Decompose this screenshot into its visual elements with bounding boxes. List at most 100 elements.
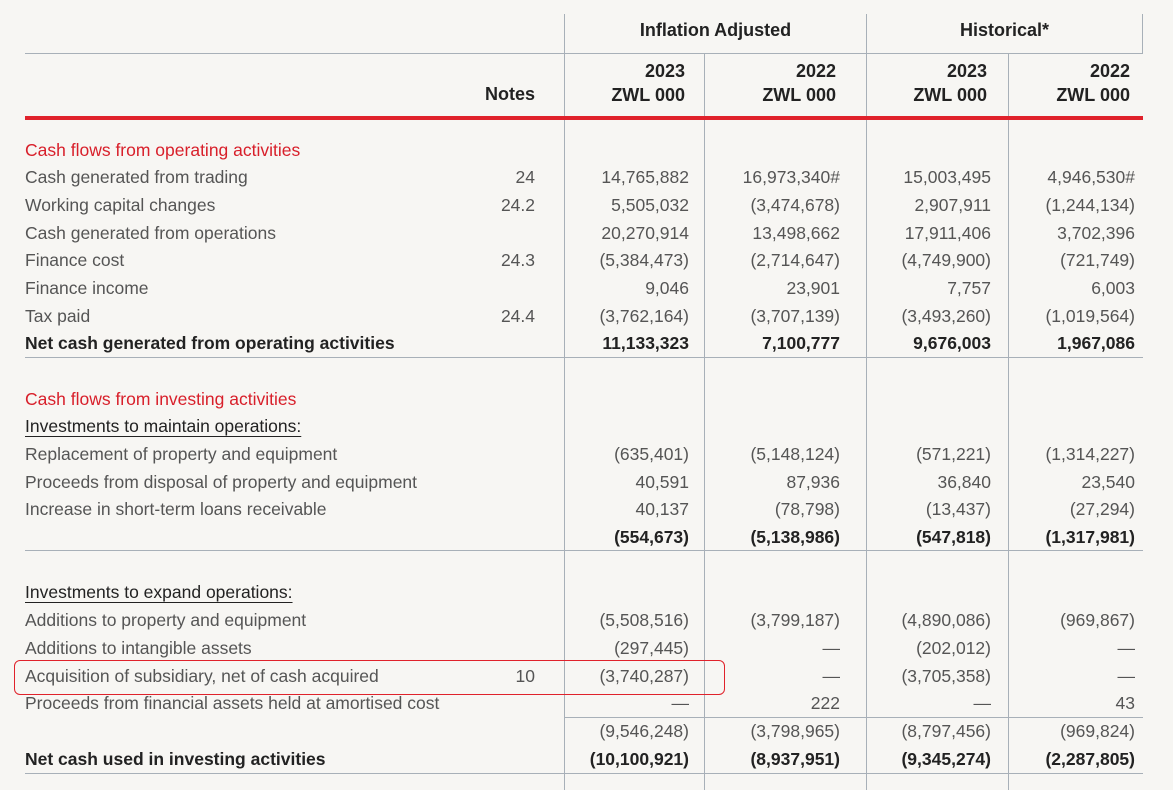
cell: 6,003 [1091,278,1135,298]
subtotal-row: (554,673) (5,138,986) (547,818) (1,317,981) [0,525,1173,549]
col-unit: ZWL 000 [611,85,685,105]
table-row: Finance cost 24.3 (5,384,473) (2,714,647) (4… [0,248,1173,272]
cell: (969,824) [1060,721,1135,741]
cell: 3,702,396 [1057,223,1135,243]
cell: 13,498,662 [752,223,840,243]
group-inflation-adjusted: Inflation Adjusted [639,20,792,40]
cell: 87,936 [786,472,840,492]
row-label: Tax paid [25,306,91,326]
row-notes: 24 [515,167,535,187]
cell: (3,798,965) [750,721,840,741]
cell: (5,384,473) [599,250,689,270]
row-label: Investments to maintain operations: [25,416,302,436]
total-row: Net cash generated from operating activi… [0,331,1173,355]
row-notes: 24.3 [500,250,535,270]
section-heading: Cash flows from operating activities [0,138,1173,162]
cell: (9,345,274) [901,749,991,769]
col-year: 2022 [1089,61,1130,81]
cell: (547,818) [916,527,991,547]
cell: 15,003,495 [903,167,991,187]
table-row: Proceeds from disposal of property and e… [0,470,1173,494]
cell: — [822,638,841,658]
cell: 14,765,882 [601,167,689,187]
cell: 7,100,777 [762,333,840,353]
cell: (1,314,227) [1045,444,1135,464]
subsection-heading: Investments to expand operations: [0,580,1173,604]
cell: (3,799,187) [750,610,840,630]
cell: (3,474,678) [750,195,840,215]
cell: (3,705,358) [901,666,991,686]
cell: 20,270,914 [601,223,689,243]
cell: (635,401) [614,444,689,464]
col-year: 2023 [644,61,685,81]
row-label: Additions to property and equipment [25,610,307,630]
row-label: Additions to intangible assets [25,638,252,658]
cell: (2,714,647) [750,250,840,270]
cell: 1,967,086 [1057,333,1135,353]
row-label: Investments to expand operations: [25,582,293,602]
cell: (78,798) [774,499,840,519]
col-unit: ZWL 000 [762,85,836,105]
cell: 9,046 [645,278,689,298]
table-row: Working capital changes 24.2 5,505,032 (3,4… [0,193,1173,217]
cell: (1,019,564) [1045,306,1135,326]
cell: (202,012) [916,638,991,658]
cell: 9,676,003 [913,333,991,353]
row-label: Cash flows from operating activities [25,140,301,160]
subtotal-row: (9,546,248) (3,798,965) (8,797,456) (969,82… [0,719,1173,743]
cell: 43 [1115,693,1135,713]
cell: 5,505,032 [611,195,689,215]
table-row: Additions to property and equipment (5,50… [0,608,1173,632]
cell: 7,757 [947,278,991,298]
cell: (721,749) [1060,250,1135,270]
cell: (3,707,139) [750,306,840,326]
row-label: Finance cost [25,250,125,270]
cell: 2,907,911 [914,195,991,215]
row-notes: 24.2 [500,195,535,215]
table-row: Replacement of property and equipment (63… [0,442,1173,466]
row-label: Increase in short-term loans receivable [25,499,327,519]
col-year: 2023 [946,61,987,81]
cell: (5,508,516) [599,610,689,630]
cell: (8,797,456) [901,721,991,741]
cell: (13,437) [925,499,991,519]
cell: (4,749,900) [901,250,991,270]
section-heading: Cash flows from investing activities [0,387,1173,411]
cell: 40,591 [635,472,689,492]
cell: 17,911,406 [904,223,991,243]
cell: 11,133,323 [602,333,689,353]
cell: (5,148,124) [750,444,840,464]
header-red-rule [25,116,1143,120]
table-row: Cash generated from trading 24 14,765,882 1… [0,165,1173,189]
cell: — [822,666,841,686]
cell: — [1117,638,1136,658]
cell: (3,493,260) [901,306,991,326]
row-label: Cash generated from operations [25,223,276,243]
cell: (554,673) [614,527,689,547]
cell: 222 [810,693,840,713]
cell: 40,137 [635,499,689,519]
cell: (3,762,164) [599,306,689,326]
row-label: Replacement of property and equipment [25,444,338,464]
cell: (2,287,805) [1045,749,1135,769]
cell: — [973,693,992,713]
cell: 23,540 [1081,472,1135,492]
table-row: Increase in short-term loans receivable 4… [0,497,1173,521]
cell: — [1117,666,1136,686]
cell: (4,890,086) [901,610,991,630]
total-row: Net cash used in investing activities (10… [0,747,1173,771]
cell: (27,294) [1069,499,1135,519]
notes-header: Notes [484,84,535,104]
table-row: Additions to intangible assets (297,445) —… [0,636,1173,660]
row-label: Finance income [25,278,149,298]
cell: (1,244,134) [1045,195,1135,215]
cell: (10,100,921) [589,749,689,769]
row-label: Net cash used in investing activities [25,749,326,769]
col-unit: ZWL 000 [913,85,987,105]
row-notes: 24.4 [500,306,535,326]
section-divider [25,357,1143,358]
row-label: Cash flows from investing activities [25,389,297,409]
subtotal-divider [564,717,1143,718]
row-label: Cash generated from trading [25,167,248,187]
cell: 4,946,530# [1047,167,1135,187]
